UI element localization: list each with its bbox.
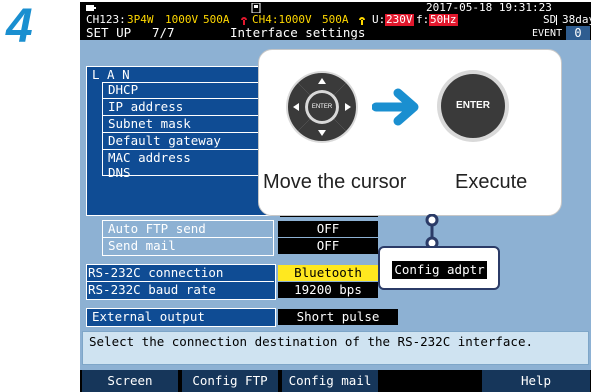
panel-title: Interface settings: [230, 25, 366, 40]
storage-media: SD: [543, 13, 557, 26]
lan-item-dns[interactable]: DNS: [108, 166, 131, 180]
execute-caption: Execute: [455, 171, 528, 193]
move-cursor-caption: Move the cursor: [263, 171, 407, 193]
frequency: 50Hz: [429, 13, 458, 26]
sd-card-icon: [251, 2, 261, 14]
remaining-days: 38days: [562, 13, 591, 26]
help-message: Select the connection destination of the…: [89, 334, 534, 349]
rs232c-baud-label: RS-232C baud rate: [88, 282, 216, 297]
send-mail-label: Send mail: [108, 238, 176, 253]
lan-item-dhcp[interactable]: DHCP: [108, 83, 138, 97]
enter-key-label: ENTER: [456, 100, 490, 111]
config-adapter-button[interactable]: Config adptr: [392, 261, 487, 279]
lan-item-ip-address[interactable]: IP address: [108, 100, 183, 114]
pad-enter-label: ENTER: [311, 104, 333, 110]
auto-ftp-value[interactable]: OFF: [278, 221, 378, 237]
current-range: 500A: [203, 13, 230, 26]
lan-item-default-gateway[interactable]: Default gateway: [108, 134, 221, 148]
rs232c-connection-value[interactable]: Bluetooth: [278, 265, 378, 281]
frequency-label: f:: [416, 13, 430, 26]
external-output-label: External output: [92, 309, 205, 324]
lan-header: L A N: [92, 67, 130, 82]
auto-ftp-label: Auto FTP send: [108, 221, 206, 236]
callout-connector: [424, 213, 440, 250]
battery-icon: [86, 3, 96, 12]
help-message-bar: Select the connection destination of the…: [82, 331, 589, 365]
f3-config-mail-button[interactable]: Config mail: [282, 370, 378, 392]
screen-name: SET UP: [86, 25, 132, 40]
rs232c-baud-value[interactable]: 19200 bps: [278, 282, 378, 298]
page-indicator: 7/7: [152, 25, 175, 40]
lan-item-mac-address: MAC address: [108, 150, 191, 165]
nominal-voltage: 230V: [385, 13, 414, 26]
rs232c-connection-label: RS-232C connection: [88, 265, 224, 280]
send-mail-value[interactable]: OFF: [278, 238, 378, 254]
event-label: EVENT: [532, 28, 563, 39]
lan-item-subnet-mask[interactable]: Subnet mask: [108, 117, 191, 131]
event-count: 0: [566, 26, 590, 40]
step-number: 4: [6, 0, 33, 53]
clamp-sensor-icon: [240, 15, 248, 25]
screen-title-row: SET UP 7/7 Interface settings EVENT 0: [80, 26, 591, 40]
nominal-voltage-label: U:: [372, 13, 386, 26]
f5-help-button[interactable]: Help: [482, 370, 590, 392]
f1-screen-button[interactable]: Screen: [82, 370, 178, 392]
clamp-sensor-icon-ch4: [358, 15, 366, 25]
right-arrow-icon: [371, 87, 422, 127]
divider: [556, 15, 557, 25]
f2-config-ftp-button[interactable]: Config FTP: [182, 370, 278, 392]
external-output-value[interactable]: Short pulse: [278, 309, 398, 325]
instruction-overlay: ENTER ENTER Move the cursor Execute: [258, 49, 562, 216]
f4-blank-button: [382, 370, 478, 392]
